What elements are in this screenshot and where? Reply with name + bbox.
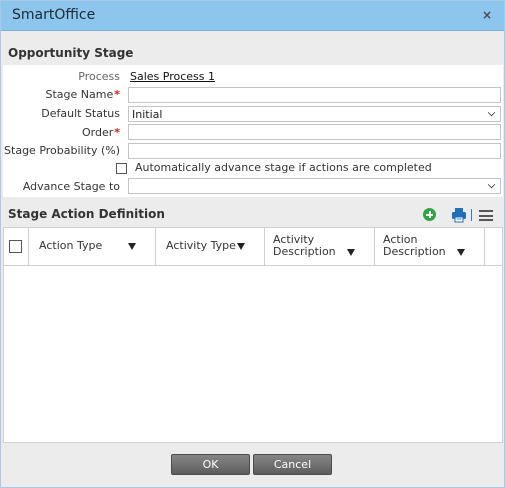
stage-action-grid: Action Type Activity Type Activity Descri…: [3, 227, 503, 443]
order-label-text: Order: [81, 126, 114, 139]
print-icon[interactable]: [451, 207, 467, 223]
chevron-down-icon: [487, 108, 496, 117]
stage-probability-label: Stage Probability (%): [4, 144, 120, 157]
select-all-checkbox[interactable]: [9, 240, 22, 253]
default-status-value: Initial: [132, 108, 163, 121]
order-label: Order*: [82, 126, 120, 139]
auto-advance-checkbox[interactable]: [116, 163, 127, 174]
default-status-label: Default Status: [41, 107, 120, 120]
process-link[interactable]: Sales Process 1: [130, 70, 215, 83]
stage-name-label: Stage Name*: [45, 88, 120, 101]
column-label: Action Description: [383, 234, 446, 258]
column-label: Activity Description: [273, 234, 336, 258]
sort-arrow-icon[interactable]: [347, 249, 355, 256]
chevron-down-icon: [487, 180, 496, 189]
process-label: Process: [78, 70, 120, 83]
select-all-column: [4, 228, 29, 265]
advance-stage-label: Advance Stage to: [22, 180, 120, 193]
stage-name-input[interactable]: [128, 87, 501, 103]
advance-stage-select[interactable]: [128, 178, 501, 194]
opportunity-stage-header: Opportunity Stage: [3, 42, 503, 64]
section-title-opportunity-stage: Opportunity Stage: [8, 46, 134, 60]
column-activity-type[interactable]: Activity Type: [156, 228, 265, 265]
order-input[interactable]: [128, 124, 501, 140]
column-action-description[interactable]: Action Description: [375, 228, 485, 265]
menu-icon[interactable]: [479, 210, 493, 221]
grid-header: Action Type Activity Type Activity Descri…: [4, 228, 502, 266]
required-marker: *: [114, 126, 120, 139]
toolbar-separator: [471, 209, 472, 221]
column-label-line2: Description: [383, 245, 446, 258]
column-action-type[interactable]: Action Type: [29, 228, 156, 265]
required-marker: *: [114, 88, 120, 101]
sort-arrow-icon[interactable]: [237, 243, 245, 250]
auto-advance-label: Automatically advance stage if actions a…: [135, 161, 432, 174]
grid-toolbar: [413, 207, 493, 223]
sort-arrow-icon[interactable]: [128, 243, 136, 250]
column-label: Activity Type: [166, 239, 236, 252]
smartoffice-dialog: SmartOffice × Opportunity Stage Process …: [0, 0, 505, 488]
stage-name-label-text: Stage Name: [45, 88, 114, 101]
column-label: Action Type: [39, 239, 103, 252]
title-bar: SmartOffice ×: [1, 1, 504, 31]
close-icon[interactable]: ×: [482, 8, 492, 22]
sort-arrow-icon[interactable]: [457, 249, 465, 256]
add-icon[interactable]: [423, 208, 436, 221]
column-activity-description[interactable]: Activity Description: [265, 228, 375, 265]
window-title: SmartOffice: [12, 7, 96, 23]
section-title-stage-action-definition: Stage Action Definition: [8, 207, 165, 221]
default-status-select[interactable]: Initial: [128, 106, 501, 122]
ok-button[interactable]: OK: [171, 454, 250, 475]
stage-probability-input[interactable]: [128, 143, 501, 159]
column-label-line2: Description: [273, 245, 336, 258]
cancel-button[interactable]: Cancel: [253, 454, 332, 475]
